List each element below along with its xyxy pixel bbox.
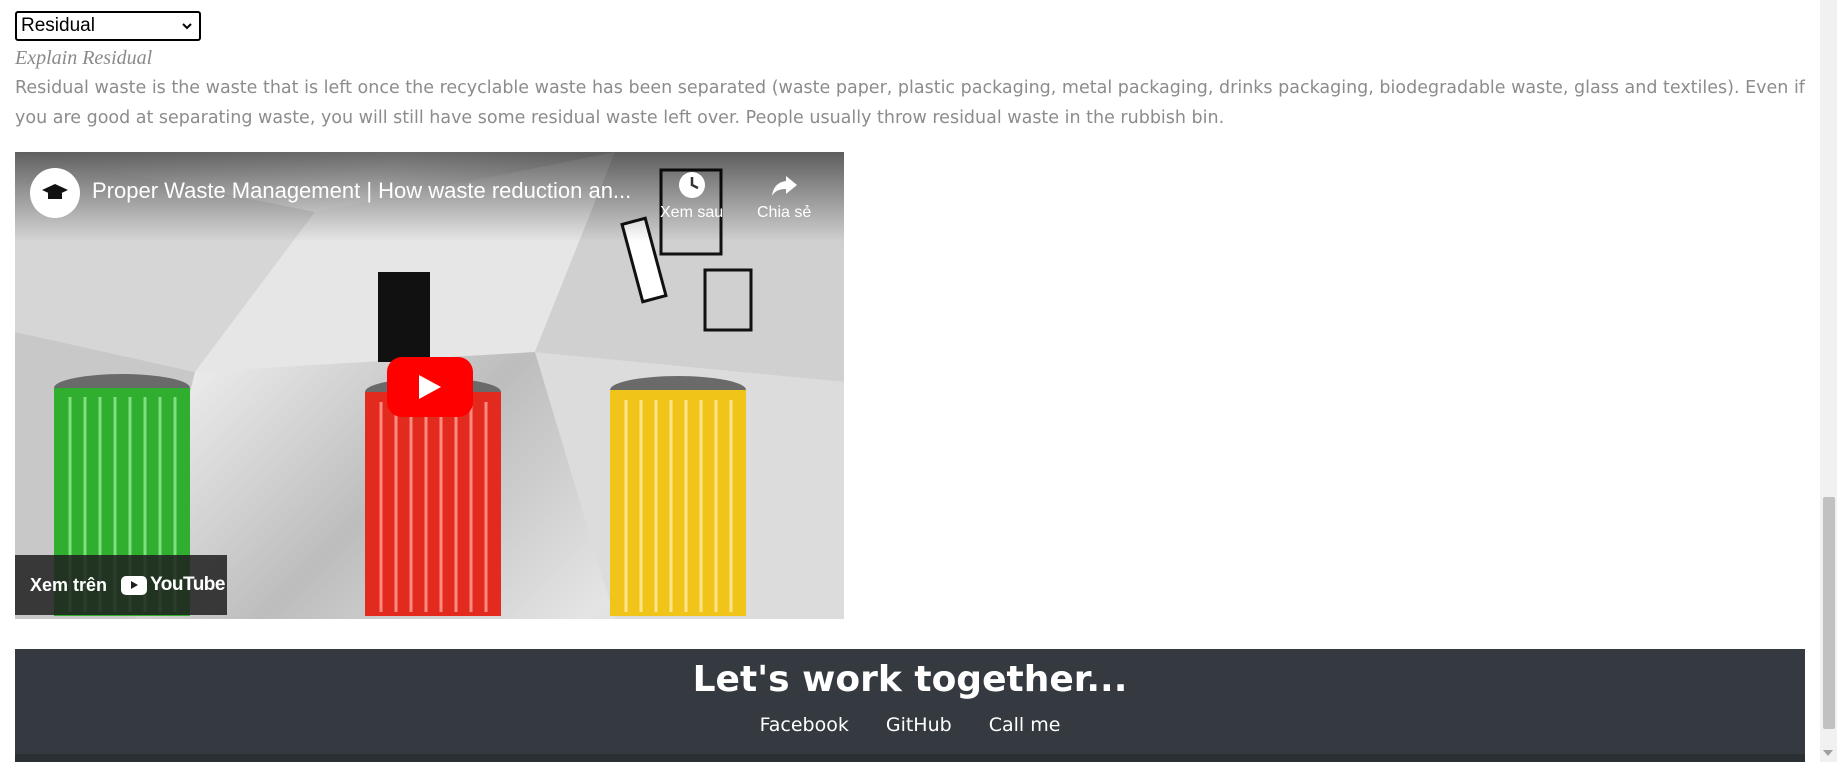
waste-type-select[interactable]: Residual [15, 11, 201, 41]
scrollbar-thumb[interactable] [1823, 497, 1835, 729]
footer: Let's work together... Facebook GitHub C… [15, 649, 1805, 762]
watch-later-button[interactable]: Xem sau [660, 170, 723, 222]
footer-link-github[interactable]: GitHub [886, 714, 952, 736]
footer-bottom-bar [15, 754, 1805, 762]
clock-icon [678, 172, 705, 198]
footer-links: Facebook GitHub Call me [15, 714, 1805, 736]
play-icon [419, 375, 441, 399]
vertical-scrollbar[interactable] [1820, 0, 1837, 762]
share-icon [772, 176, 798, 196]
watch-on-label: Xem trên [30, 574, 108, 595]
youtube-logo: YouTube [121, 574, 225, 596]
youtube-wordmark: YouTube [150, 574, 225, 595]
footer-title: Let's work together... [692, 659, 1128, 700]
play-button[interactable] [387, 357, 473, 417]
chevron-down-icon [182, 23, 192, 30]
watch-later-label: Xem sau [660, 204, 724, 221]
scroll-down-arrow-icon[interactable] [1823, 750, 1833, 756]
share-label: Chia sẻ [757, 204, 812, 221]
explain-title: Explain Residual [15, 47, 153, 69]
explain-text: Residual waste is the waste that is left… [15, 78, 1805, 128]
waste-type-select-value: Residual [21, 15, 95, 36]
video-title[interactable]: Proper Waste Management | How waste redu… [92, 178, 652, 204]
share-button[interactable]: Chia sẻ [757, 170, 811, 222]
graduation-cap-icon [42, 184, 68, 199]
page: Residual Explain Residual Residual waste… [0, 0, 1837, 762]
footer-link-call-me[interactable]: Call me [989, 714, 1061, 736]
youtube-play-icon [121, 575, 148, 595]
video-embed[interactable]: Proper Waste Management | How waste redu… [15, 152, 844, 619]
main-content: Residual Explain Residual Residual waste… [15, 11, 1805, 133]
watch-on-youtube-button[interactable]: Xem trên YouTube [15, 555, 227, 615]
footer-link-facebook[interactable]: Facebook [760, 714, 849, 736]
channel-avatar[interactable] [30, 168, 80, 218]
